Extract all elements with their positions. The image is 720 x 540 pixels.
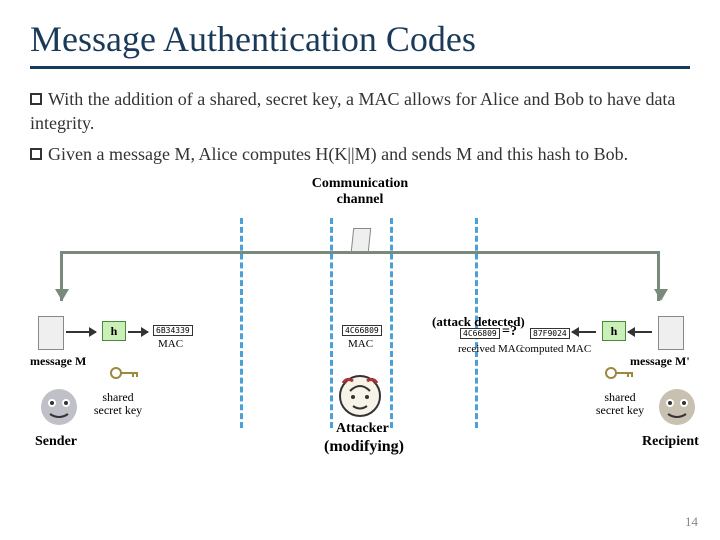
hash-box: h [102, 321, 126, 341]
bullet-text: Given a message M, Alice computes H(K||M… [48, 144, 628, 164]
computed-mac-label: computed MAC [520, 344, 591, 356]
attacker-action: (modifying) [324, 438, 404, 456]
arrow-icon [572, 331, 596, 333]
arrow-icon [628, 331, 652, 333]
attacker-role: Attacker [336, 421, 389, 437]
computed-mac-value: 87F9024 [530, 328, 570, 339]
arrow-down-icon [654, 289, 668, 301]
title-underline [30, 66, 690, 69]
channel-arrow [60, 251, 660, 301]
shared-key-label: shared secret key [93, 391, 143, 417]
mac-label: MAC [348, 338, 373, 350]
message-label: message M [30, 354, 86, 369]
attacker-icon [335, 371, 385, 426]
bullet-item: Given a message M, Alice computes H(K||M… [30, 142, 690, 166]
slide-number: 14 [685, 514, 698, 530]
recipient-role: Recipient [642, 434, 699, 450]
dashed-divider [240, 218, 243, 428]
shared-key-label: shared secret key [595, 391, 645, 417]
mac-value: 4C66809 [342, 325, 382, 336]
bullet-marker-icon [30, 148, 42, 160]
equals-check: =? [502, 324, 517, 340]
document-icon [658, 316, 684, 350]
mac-value: 6B34339 [153, 325, 193, 336]
dashed-divider [330, 218, 333, 428]
comm-channel-label: Communication channel [290, 176, 430, 208]
bullet-item: With the addition of a shared, secret ke… [30, 87, 690, 136]
arrow-icon [128, 331, 148, 333]
slide-title: Message Authentication Codes [30, 18, 690, 60]
bullet-marker-icon [30, 93, 42, 105]
mac-label: MAC [158, 338, 183, 350]
mac-diagram: Communication channel h 6B34339 MAC mess… [30, 176, 690, 476]
document-icon [351, 228, 372, 252]
arrow-down-icon [55, 289, 69, 301]
document-icon [38, 316, 64, 350]
bullet-text: With the addition of a shared, secret ke… [30, 89, 675, 133]
sender-avatar-icon [38, 386, 80, 433]
received-mac-value: 4C66809 [460, 328, 500, 339]
sender-role: Sender [35, 434, 77, 450]
received-mac-label: received MAC [458, 344, 523, 356]
key-icon [605, 366, 635, 380]
message-label: message M' [630, 354, 690, 369]
hash-box: h [602, 321, 626, 341]
dashed-divider [390, 218, 393, 428]
bullet-list: With the addition of a shared, secret ke… [30, 87, 690, 166]
arrow-icon [66, 331, 96, 333]
recipient-avatar-icon [656, 386, 698, 433]
key-icon [110, 366, 140, 380]
